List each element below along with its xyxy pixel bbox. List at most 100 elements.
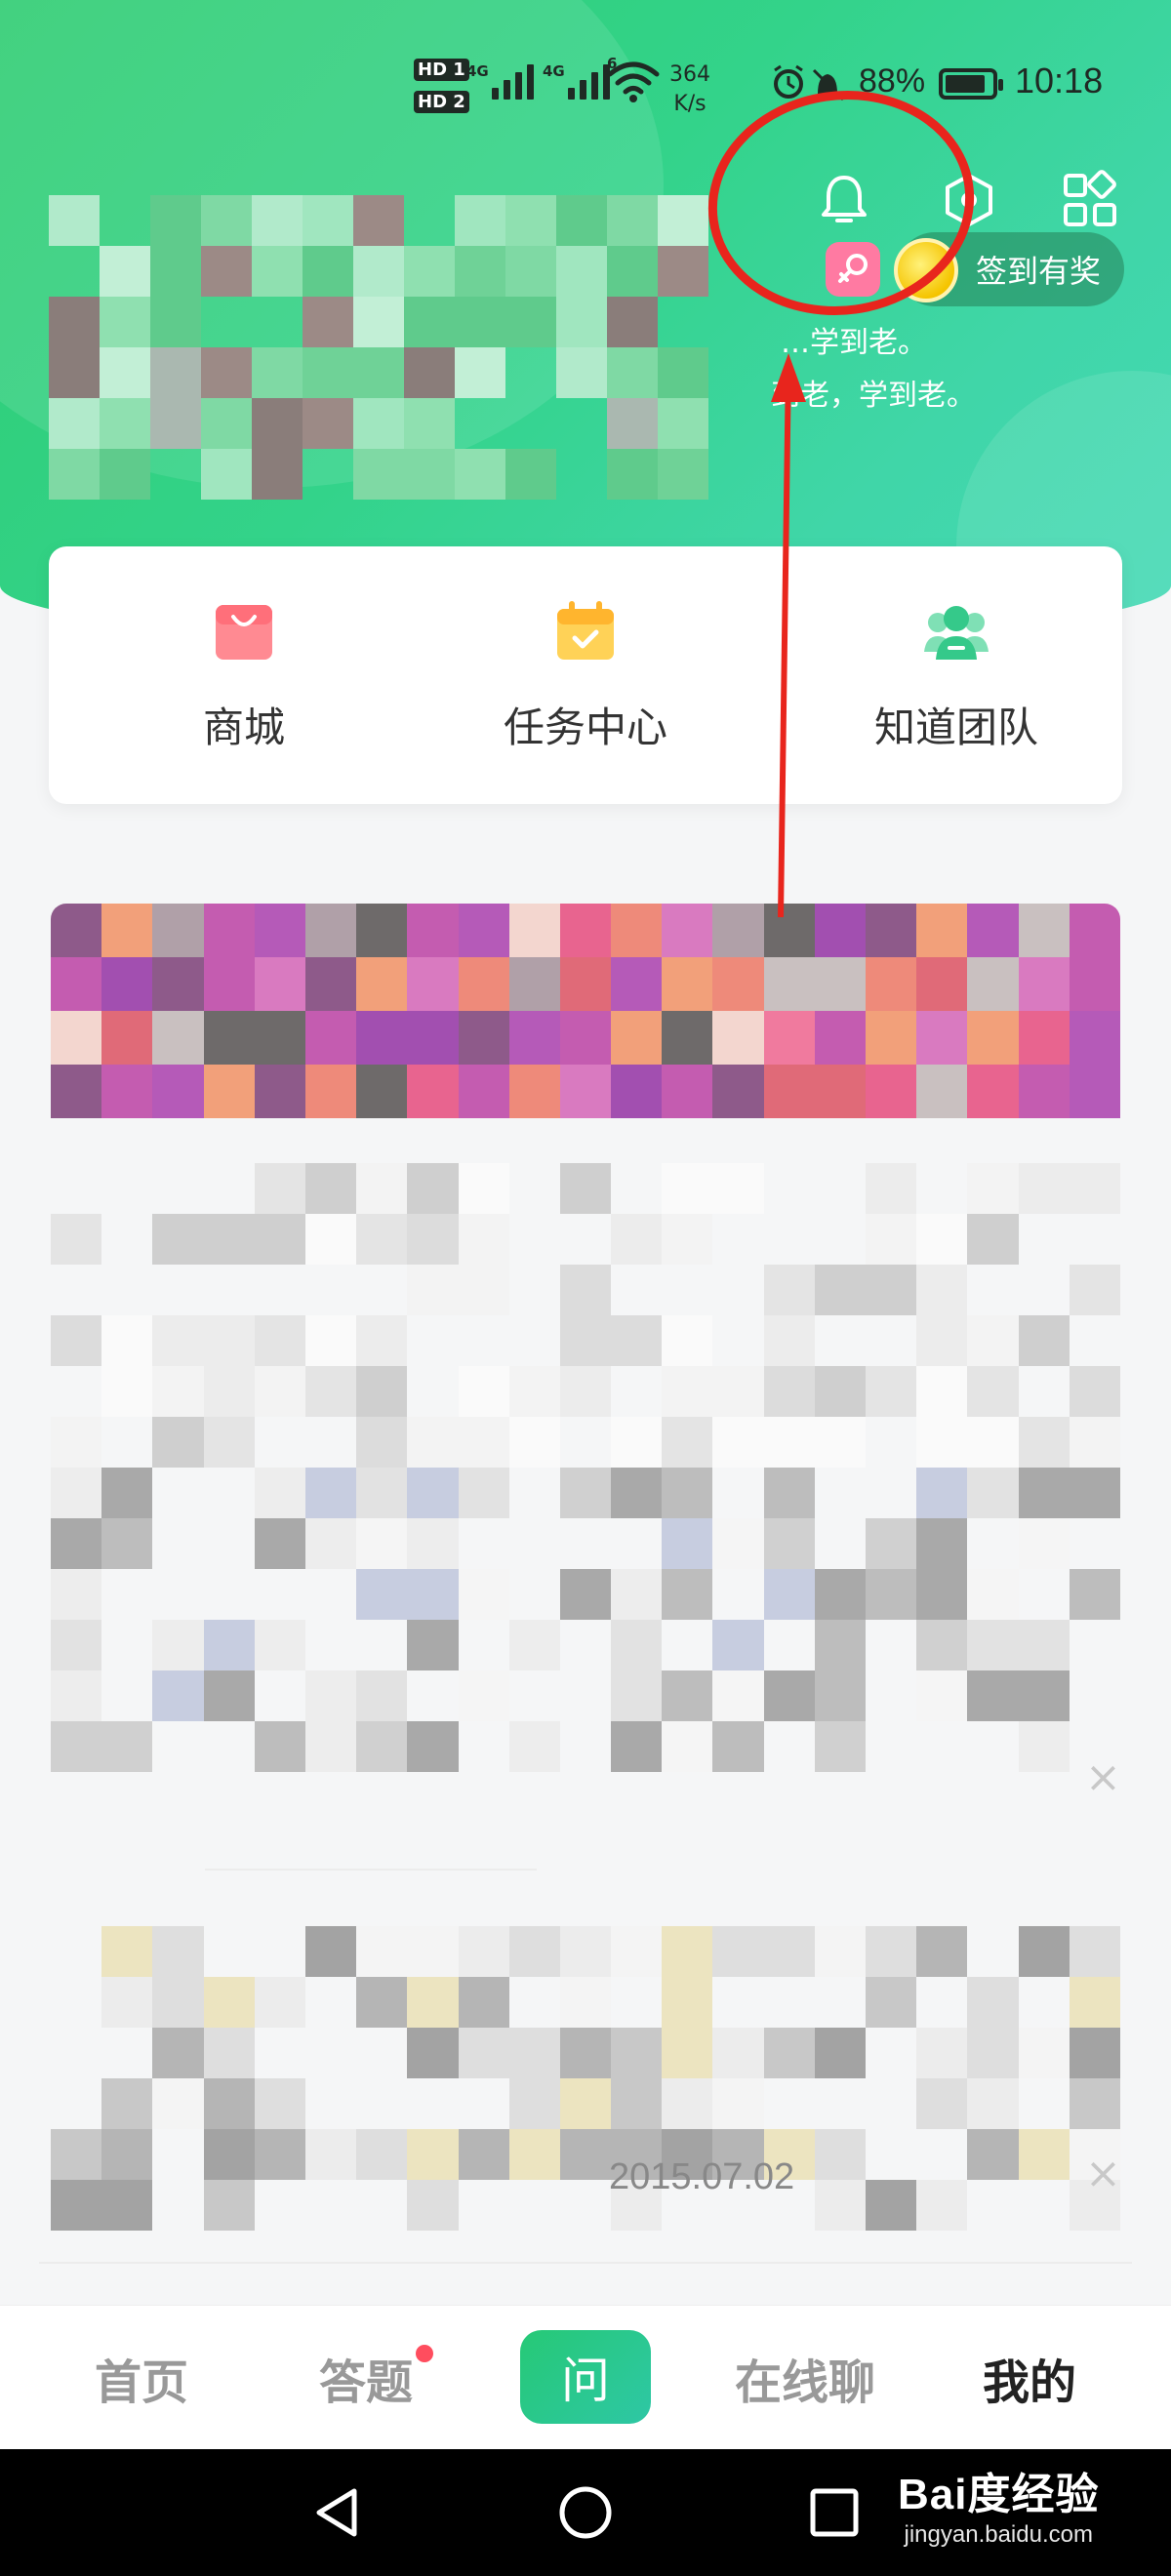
mosaic-cell (152, 1011, 204, 1065)
dismiss-feed-item-button[interactable]: × (1085, 1752, 1121, 1802)
tab-mine[interactable]: 我的 (947, 2306, 1112, 2450)
mosaic-cell (458, 1468, 509, 1518)
mosaic-cell (611, 1163, 662, 1214)
mosaic-cell (407, 1977, 459, 2028)
tab-online-chat[interactable]: 在线聊 (712, 2306, 898, 2450)
mosaic-cell (101, 2180, 153, 2231)
notification-bell-button[interactable] (810, 166, 878, 234)
mosaic-cell (353, 195, 404, 246)
obscured-feed-item[interactable] (51, 1926, 1120, 2231)
mosaic-cell (967, 1265, 1018, 1315)
mosaic-cell (559, 2078, 612, 2129)
mosaic-cell (815, 1163, 866, 1214)
mosaic-cell (712, 1468, 763, 1518)
mosaic-cell (458, 1065, 509, 1118)
mosaic-cell (764, 1721, 815, 1772)
mosaic-cell (658, 398, 708, 449)
shop-bag-icon (216, 605, 272, 660)
tab-home[interactable]: 首页 (59, 2306, 224, 2450)
mosaic-cell (607, 195, 658, 246)
mosaic-cell (1019, 2180, 1070, 2231)
mosaic-cell (967, 1569, 1019, 1620)
mosaic-cell (662, 2078, 713, 2129)
mosaic-cell (1018, 1721, 1070, 1772)
mosaic-cell (101, 1417, 152, 1468)
mosaic-cell (509, 1265, 560, 1315)
mosaic-cell (407, 2129, 459, 2180)
mosaic-cell (556, 195, 607, 246)
mosaic-cell (866, 1977, 917, 2028)
mosaic-cell (916, 1721, 967, 1772)
mosaic-cell (150, 195, 201, 246)
obscured-feed-item[interactable] (51, 1468, 1120, 1772)
mosaic-cell (1069, 1065, 1120, 1118)
mosaic-cell (509, 1214, 560, 1265)
mosaic-cell (916, 1214, 968, 1265)
mosaic-cell (662, 1670, 713, 1721)
mosaic-cell (916, 957, 968, 1011)
mosaic-cell (658, 297, 708, 347)
mosaic-cell (611, 1315, 663, 1366)
tab-answer[interactable]: 答题 (283, 2306, 449, 2450)
mosaic-cell (252, 449, 303, 500)
mosaic-cell (967, 1011, 1019, 1065)
quick-entry-team[interactable]: 知道团队 (810, 546, 1103, 804)
mosaic-cell (101, 1065, 153, 1118)
mosaic-cell (101, 1468, 153, 1518)
mosaic-cell (662, 1011, 713, 1065)
quick-entry-task-center[interactable]: 任务中心 (439, 546, 732, 804)
mosaic-cell (505, 246, 556, 297)
mosaic-cell (556, 297, 607, 347)
mosaic-cell (203, 1011, 255, 1065)
mosaic-cell (356, 1518, 408, 1569)
mosaic-cell (304, 1366, 357, 1417)
mosaic-cell (559, 1265, 612, 1315)
mosaic-cell (407, 2180, 459, 2231)
nav-home-button[interactable] (527, 2449, 644, 2576)
mosaic-cell (712, 1214, 763, 1265)
quick-entry-label: 商城 (202, 704, 285, 751)
mosaic-cell (101, 2129, 153, 2180)
mosaic-cell (356, 2180, 407, 2231)
mosaic-cell (509, 1315, 560, 1366)
dismiss-feed-item-button[interactable]: × (1085, 2149, 1121, 2198)
signal1-icon (492, 60, 534, 100)
obscured-feed-content (51, 1163, 1120, 1468)
sim1-badge: HD 1 (414, 59, 469, 81)
mosaic-cell (1019, 1569, 1070, 1620)
mosaic-cell (152, 2180, 203, 2231)
mosaic-cell (866, 1569, 917, 1620)
mosaic-cell (407, 1620, 459, 1670)
apps-grid-button[interactable] (1056, 166, 1124, 234)
settings-button[interactable] (935, 166, 1003, 234)
clock: 10:18 (1015, 60, 1104, 101)
mosaic-cell (407, 957, 459, 1011)
mosaic-cell (51, 2180, 102, 2231)
bell-icon (822, 176, 867, 222)
mosaic-cell (712, 2078, 764, 2129)
mosaic-cell (101, 1569, 152, 1620)
quick-entry-shop[interactable]: 商城 (107, 546, 381, 804)
mosaic-cell (353, 398, 404, 449)
mosaic-cell (305, 2078, 356, 2129)
mosaic-cell (815, 1214, 866, 1265)
mosaic-cell (356, 1670, 408, 1721)
mosaic-cell (150, 347, 201, 398)
mosaic-cell (866, 1417, 916, 1468)
mosaic-cell (303, 449, 353, 500)
mosaic-cell (152, 1265, 203, 1315)
mosaic-cell (967, 1366, 1019, 1417)
mosaic-cell (255, 2028, 305, 2078)
mosaic-cell (356, 1366, 408, 1417)
nav-back-button[interactable] (278, 2449, 395, 2576)
mosaic-cell (304, 1011, 357, 1065)
mosaic-cell (49, 246, 100, 297)
mosaic-cell (1018, 2028, 1070, 2078)
nav-recents-button[interactable] (776, 2449, 893, 2576)
mosaic-cell (559, 957, 612, 1011)
obscured-banner[interactable] (51, 904, 1120, 1118)
mosaic-cell (560, 1417, 611, 1468)
mosaic-cell (916, 2028, 968, 2078)
ask-question-button[interactable]: 问 (520, 2330, 651, 2424)
mosaic-cell (1018, 1011, 1070, 1065)
